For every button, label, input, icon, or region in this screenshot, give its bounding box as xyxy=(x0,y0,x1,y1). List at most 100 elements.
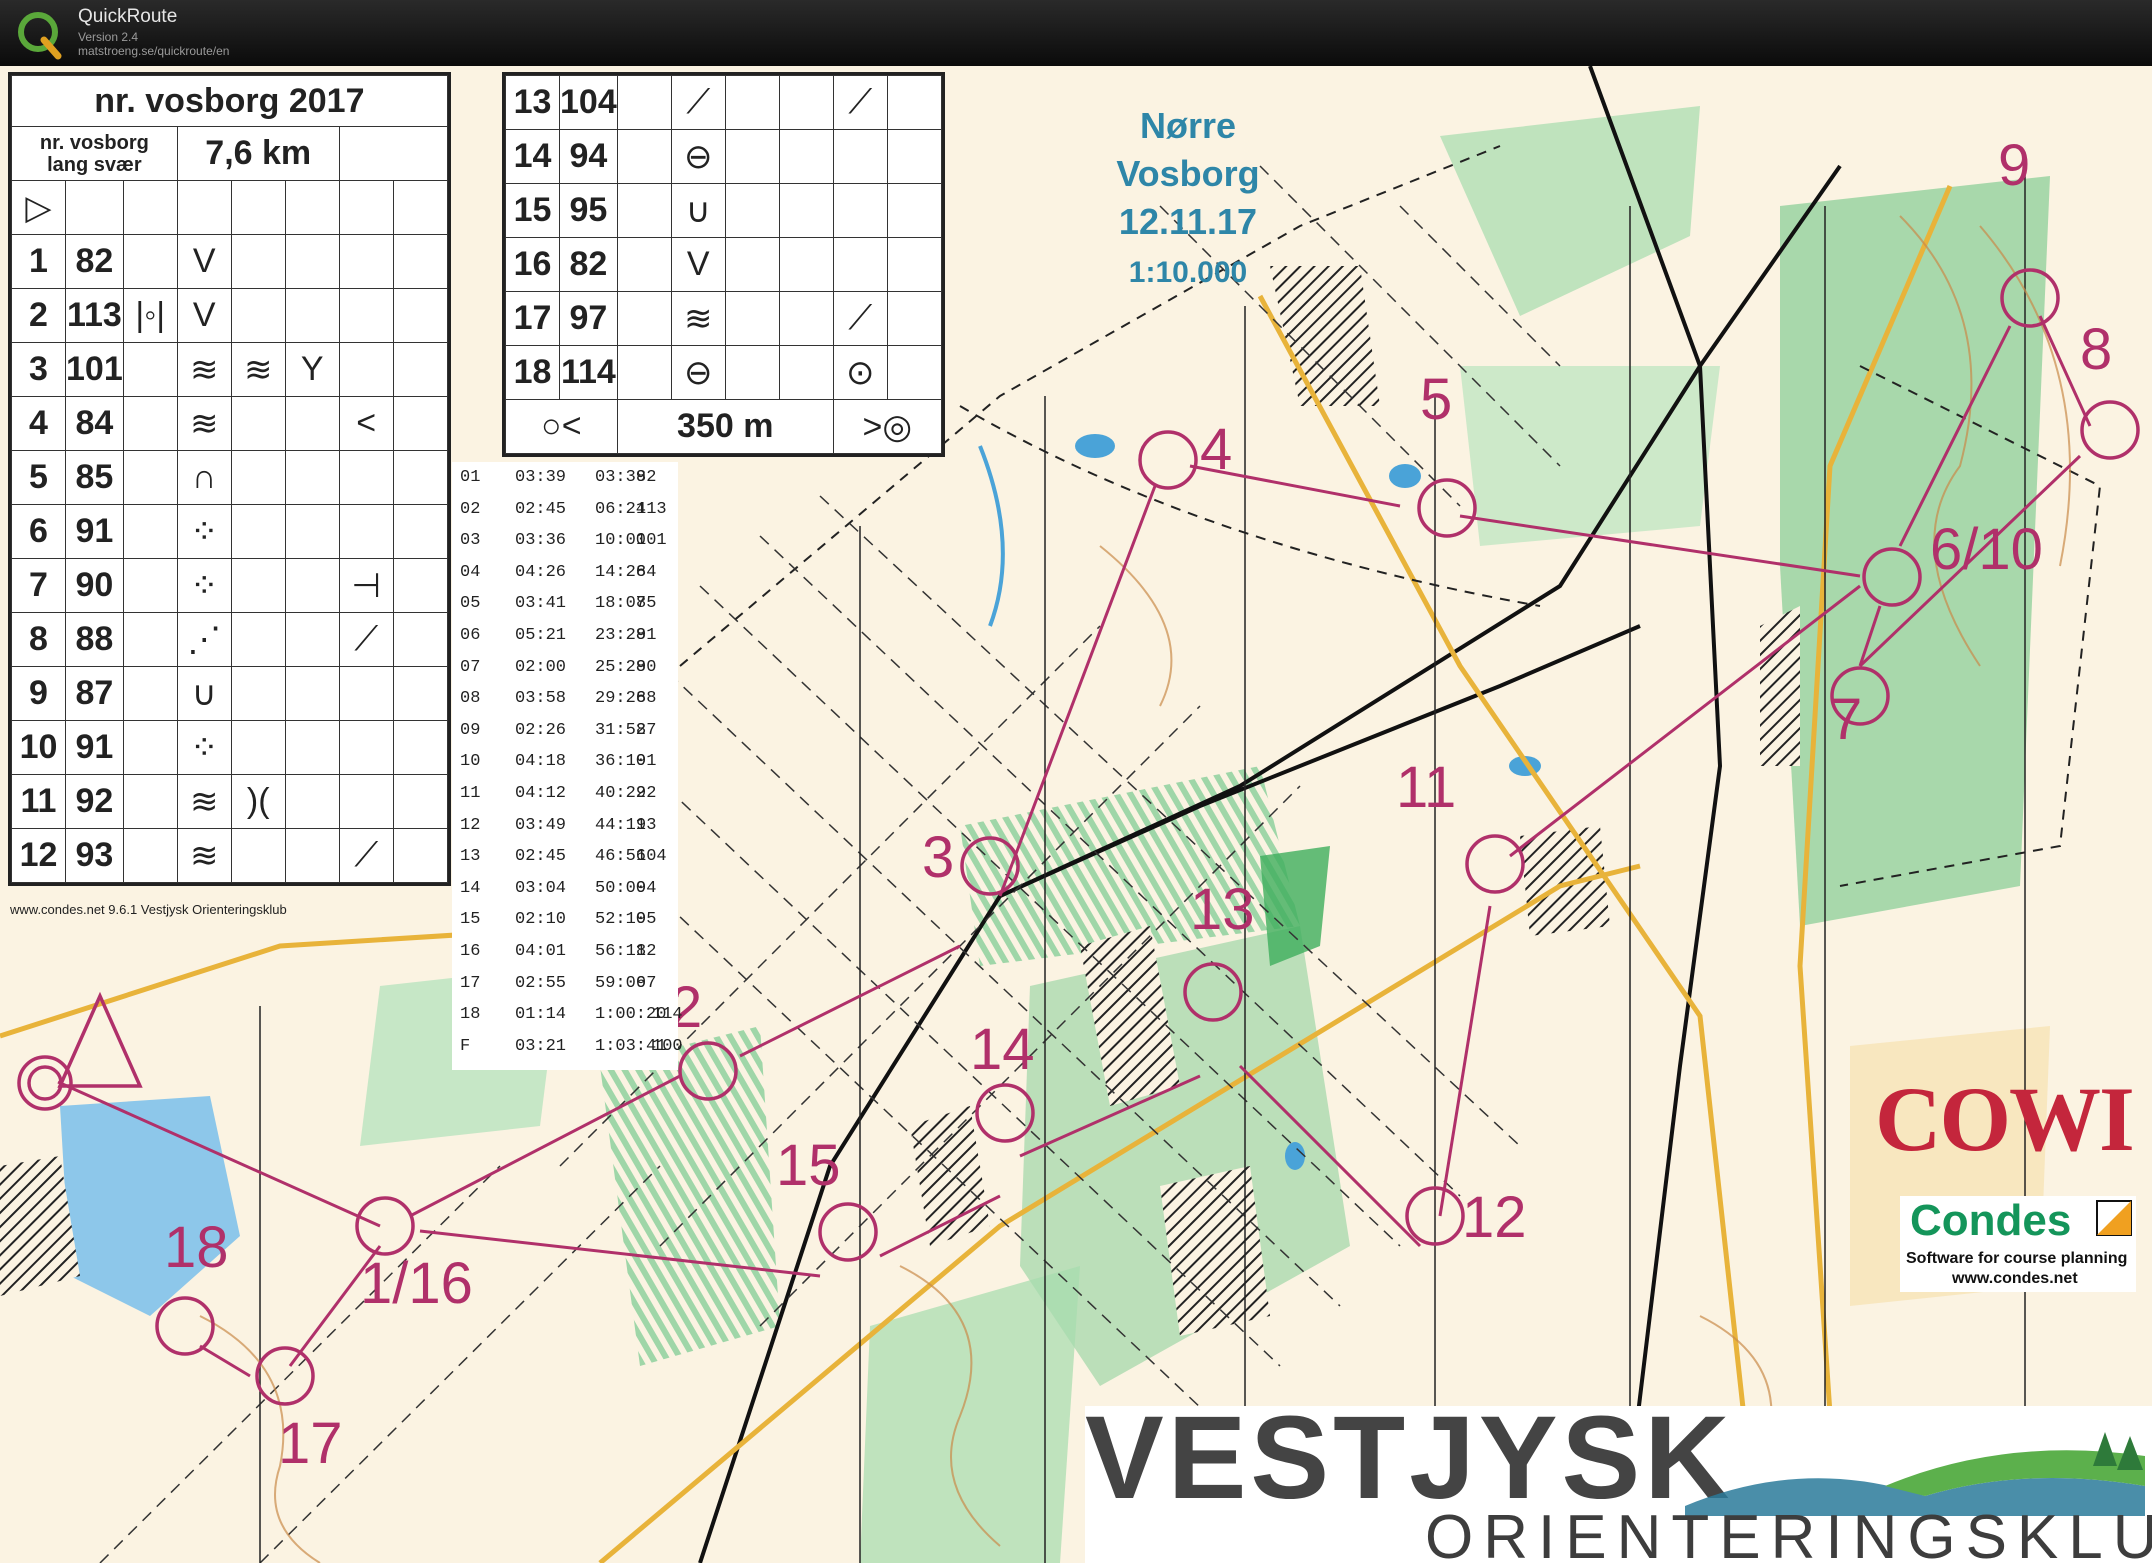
description-symbol-f-icon xyxy=(778,75,834,130)
description-symbol-e-icon xyxy=(230,720,286,775)
control-number: 6 xyxy=(11,504,66,559)
split-leg: 14 xyxy=(460,878,481,898)
description-symbol-h-icon xyxy=(886,129,942,184)
description-symbol-d-icon: V xyxy=(176,288,232,343)
split-leg: 13 xyxy=(460,847,481,867)
description-symbol-h-icon xyxy=(392,558,448,613)
description-row: 12 93 ≋ ⟋ xyxy=(11,828,448,883)
description-symbol-c-icon xyxy=(616,237,672,292)
description-symbol-c-icon xyxy=(122,450,178,505)
description-row: 11 92 ≋)( xyxy=(11,774,448,829)
description-symbol-e-icon xyxy=(230,828,286,883)
split-time: 03:58 xyxy=(515,689,567,709)
split-code: 90 xyxy=(636,657,657,677)
control-code: 85 xyxy=(65,450,124,505)
description-symbol-c-icon xyxy=(122,396,178,451)
control-code: 92 xyxy=(65,774,124,829)
control-label-8: 8 xyxy=(2080,317,2113,382)
description-symbol-g-icon xyxy=(338,450,394,505)
description-symbol-g-icon: ⟋ xyxy=(832,291,888,346)
description-symbol-f-icon: Y xyxy=(284,342,340,397)
event-name: nr. vosborg 2017 xyxy=(11,75,448,127)
split-code: 91 xyxy=(636,626,657,645)
control-code: 113 xyxy=(65,288,124,343)
quickroute-logo-icon xyxy=(18,12,62,60)
control-number: 3 xyxy=(11,342,66,397)
map-scale: 1:10.000 xyxy=(1128,256,1248,289)
control-code: 104 xyxy=(559,75,618,130)
course-length: 7,6 km xyxy=(176,126,340,181)
split-code: 114 xyxy=(652,1005,683,1025)
description-row: 3 101 ≋ ≋ Y xyxy=(11,342,448,397)
description-symbol-d-icon: ⊖ xyxy=(670,129,726,184)
split-time: 04:01 xyxy=(515,942,567,961)
control-number: 9 xyxy=(11,666,66,721)
description-row: 14 94 ⊖ xyxy=(505,129,942,184)
condes-mark-icon xyxy=(2096,1200,2132,1236)
description-row: 13 104 ⟋ ⟋ xyxy=(505,75,942,130)
control-label-1-16: 1/16 xyxy=(360,1251,473,1316)
control-description-card-right: 13 104 ⟋ ⟋ 14 94 ⊖ 15 95 ∪ 16 82 V 17 97 ≋ ⟋ 18 114 ⊖ ⊙ ○< 3… xyxy=(502,72,945,457)
description-symbol-h-icon xyxy=(392,828,448,883)
description-symbol-e-icon xyxy=(230,558,286,613)
description-row: 16 82 V xyxy=(505,237,942,292)
description-rows-right: 13 104 ⟋ ⟋ 14 94 ⊖ 15 95 ∪ 16 82 V 17 97 ≋ ⟋ 18 114 ⊖ ⊙ xyxy=(505,75,942,400)
control-15 xyxy=(818,1202,878,1262)
description-symbol-h-icon xyxy=(886,237,942,292)
control-code: 87 xyxy=(65,666,124,721)
control-label-18: 18 xyxy=(164,1215,229,1280)
description-symbol-c-icon xyxy=(122,774,178,829)
control-code: 91 xyxy=(65,504,124,559)
finish-inner-icon xyxy=(27,1065,63,1101)
control-code: 114 xyxy=(559,345,618,400)
split-code: 87 xyxy=(636,720,657,740)
finish-distance: 350 m xyxy=(616,399,834,454)
description-row: 1 82 V xyxy=(11,234,448,289)
description-symbol-e-icon xyxy=(724,291,780,346)
split-time: 03:04 xyxy=(515,878,567,898)
split-leg: 16 xyxy=(460,942,481,961)
description-symbol-h-icon xyxy=(392,396,448,451)
description-symbol-h-icon xyxy=(392,342,448,397)
control-14 xyxy=(975,1083,1035,1143)
split-time: 02:45 xyxy=(515,847,567,867)
control-number: 14 xyxy=(505,129,560,184)
control-label-7: 7 xyxy=(1830,687,1863,752)
description-symbol-e-icon xyxy=(230,288,286,343)
description-symbol-g-icon xyxy=(338,666,394,721)
description-symbol-c-icon xyxy=(122,666,178,721)
control-label-17: 17 xyxy=(278,1411,343,1476)
description-symbol-g-icon xyxy=(832,129,888,184)
map-title-line-3: 12.11.17 xyxy=(1118,201,1258,242)
control-label-9: 9 xyxy=(1998,133,2031,198)
map-title: Nørre Vosborg 12.11.17 xyxy=(1068,102,1308,246)
description-symbol-h-icon xyxy=(886,291,942,346)
description-row: 4 84 ≋ < xyxy=(11,396,448,451)
control-number: 13 xyxy=(505,75,560,130)
description-symbol-h-icon xyxy=(392,774,448,829)
split-time: 02:10 xyxy=(515,910,567,930)
orienteering-map[interactable]: 1/16 2 3 4 5 6/10 7 8 9 11 12 13 14 15 1… xyxy=(0,66,2152,1563)
description-symbol-g-icon: ⟋ xyxy=(338,828,394,883)
description-symbol-e-icon xyxy=(230,234,286,289)
description-row: 6 91 ⁘ xyxy=(11,504,448,559)
split-code: 95 xyxy=(636,910,657,930)
split-code: 113 xyxy=(636,499,667,519)
description-row: 10 91 ⁘ xyxy=(11,720,448,775)
control-code: 88 xyxy=(65,612,124,667)
description-symbol-d-icon: V xyxy=(670,237,726,292)
app-name: QuickRoute xyxy=(78,6,178,27)
split-code: 104 xyxy=(636,847,667,867)
split-leg: 17 xyxy=(460,973,481,993)
app-url[interactable]: matstroeng.se/quickroute/en xyxy=(78,44,229,58)
description-row: 15 95 ∪ xyxy=(505,183,942,238)
description-symbol-g-icon xyxy=(338,234,394,289)
split-leg: 03 xyxy=(460,531,481,551)
description-symbol-d-icon: ⟋ xyxy=(670,75,726,130)
description-symbol-h-icon xyxy=(886,75,942,130)
control-number: 2 xyxy=(11,288,66,343)
condes-logo: Condes Software for course planning www.… xyxy=(1900,1196,2136,1292)
split-code: 82 xyxy=(636,942,657,961)
description-symbol-h-icon xyxy=(886,183,942,238)
map-title-line-1: Nørre xyxy=(1139,105,1237,146)
